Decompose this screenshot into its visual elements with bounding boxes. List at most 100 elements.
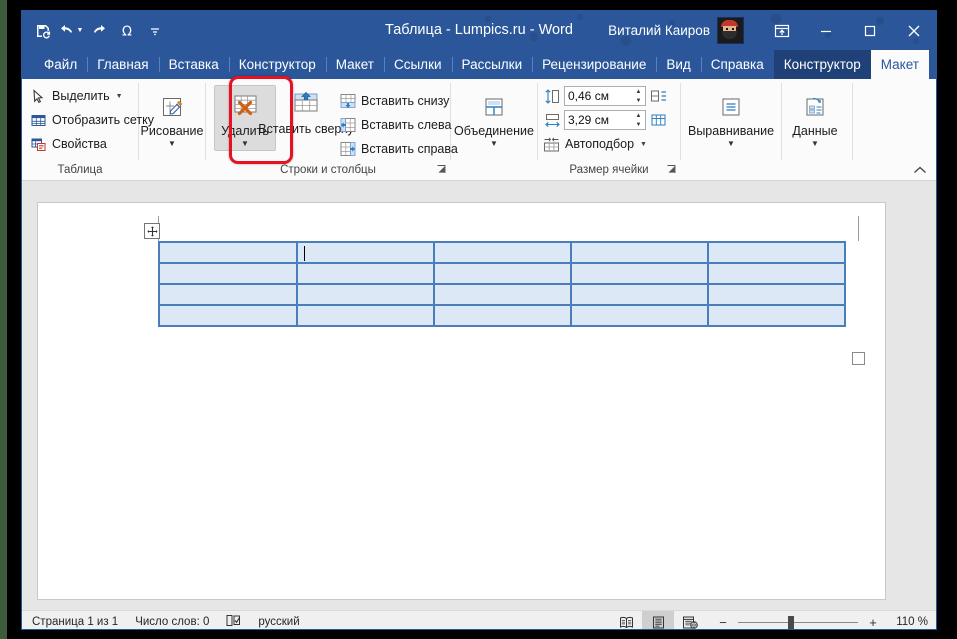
rows-columns-dialog-launcher[interactable] bbox=[436, 164, 447, 175]
row-height-input[interactable] bbox=[565, 87, 632, 105]
row-height-stepper[interactable]: ▲ ▼ bbox=[564, 86, 646, 106]
table-cell[interactable] bbox=[433, 283, 572, 306]
table-cell[interactable] bbox=[433, 241, 572, 264]
table-cell[interactable] bbox=[570, 241, 709, 264]
undo-icon[interactable]: ▼ bbox=[58, 18, 84, 44]
minimize-button[interactable] bbox=[804, 11, 848, 50]
document-canvas[interactable] bbox=[22, 181, 936, 610]
zoom-in-button[interactable]: + bbox=[866, 615, 880, 630]
autofit-button[interactable]: Автоподбор ▼ bbox=[543, 132, 652, 156]
tab-table-design[interactable]: Конструктор bbox=[773, 50, 871, 79]
zoom-out-button[interactable]: − bbox=[716, 615, 730, 630]
select-button[interactable]: Выделить ▼ bbox=[27, 84, 128, 108]
table-cell[interactable] bbox=[158, 262, 298, 285]
spin-up-icon[interactable]: ▲ bbox=[632, 87, 645, 96]
tab-view[interactable]: Вид bbox=[656, 50, 700, 79]
table-cell[interactable] bbox=[296, 241, 435, 264]
ribbon-display-options-icon[interactable] bbox=[760, 11, 804, 50]
alignment-button[interactable]: Выравнивание ▼ bbox=[686, 86, 776, 150]
table-cell[interactable] bbox=[158, 304, 298, 327]
word-count[interactable]: Число слов: 0 bbox=[135, 616, 209, 628]
chevron-down-icon[interactable]: ▼ bbox=[241, 139, 249, 148]
chevron-down-icon[interactable]: ▼ bbox=[116, 93, 123, 100]
table-cell[interactable] bbox=[570, 262, 709, 285]
distribute-columns-icon[interactable] bbox=[649, 111, 667, 129]
word-table[interactable] bbox=[158, 241, 846, 327]
web-layout-view-button[interactable] bbox=[674, 611, 706, 629]
table-row[interactable] bbox=[158, 283, 846, 306]
zoom-slider[interactable] bbox=[738, 614, 858, 629]
table-cell[interactable] bbox=[707, 262, 846, 285]
table-properties-button[interactable]: Свойства bbox=[27, 132, 112, 156]
tab-references[interactable]: Ссылки bbox=[383, 50, 452, 79]
tab-insert[interactable]: Вставка bbox=[158, 50, 229, 79]
table-row[interactable] bbox=[158, 262, 846, 285]
table-cell[interactable] bbox=[296, 262, 435, 285]
table-cell[interactable] bbox=[707, 283, 846, 306]
page-indicator[interactable]: Страница 1 из 1 bbox=[32, 616, 118, 628]
page[interactable] bbox=[38, 203, 885, 599]
data-button[interactable]: Данные ▼ bbox=[785, 86, 845, 150]
column-width-spin-arrows[interactable]: ▲ ▼ bbox=[632, 111, 645, 129]
table-cell[interactable] bbox=[433, 262, 572, 285]
read-mode-view-button[interactable] bbox=[610, 611, 642, 629]
tab-file[interactable]: Файл bbox=[34, 50, 87, 79]
table-row[interactable] bbox=[158, 304, 846, 327]
spin-down-icon[interactable]: ▼ bbox=[632, 96, 645, 105]
tab-help[interactable]: Справка bbox=[700, 50, 774, 79]
zoom-level-label[interactable]: 110 % bbox=[888, 616, 928, 628]
spin-up-icon[interactable]: ▲ bbox=[632, 111, 645, 120]
insert-left-button[interactable]: Вставить слева bbox=[336, 113, 463, 137]
insert-right-button[interactable]: Вставить справа bbox=[336, 137, 463, 161]
table-cell[interactable] bbox=[158, 241, 298, 264]
customize-qat-icon[interactable] bbox=[142, 18, 168, 44]
proofing-errors-icon[interactable] bbox=[226, 614, 241, 629]
zoom-slider-thumb[interactable] bbox=[788, 615, 794, 629]
chevron-down-icon[interactable]: ▼ bbox=[168, 139, 176, 148]
insert-above-button[interactable]: Вставить сверху bbox=[258, 85, 354, 138]
table-cell[interactable] bbox=[296, 283, 435, 306]
delete-button[interactable]: Удалить ▼ bbox=[214, 85, 276, 151]
symbol-omega-icon[interactable]: Ω bbox=[114, 18, 140, 44]
spin-down-icon[interactable]: ▼ bbox=[632, 120, 645, 129]
merge-button[interactable]: Объединение ▼ bbox=[454, 86, 534, 150]
table-cell[interactable] bbox=[570, 283, 709, 306]
row-height-spin-arrows[interactable]: ▲ ▼ bbox=[632, 87, 645, 105]
tell-me-button[interactable]: Помощь bbox=[929, 50, 936, 79]
table-resize-handle[interactable] bbox=[852, 352, 865, 365]
tab-home[interactable]: Главная bbox=[87, 50, 158, 79]
tab-design[interactable]: Конструктор bbox=[228, 50, 326, 79]
tab-layout[interactable]: Макет bbox=[325, 50, 384, 79]
save-icon[interactable] bbox=[30, 18, 56, 44]
table-container[interactable] bbox=[144, 216, 865, 365]
chevron-down-icon[interactable]: ▼ bbox=[640, 141, 647, 148]
column-width-input[interactable] bbox=[565, 111, 632, 129]
language-indicator[interactable]: русский bbox=[258, 616, 299, 628]
table-cell[interactable] bbox=[433, 304, 572, 327]
cell-size-dialog-launcher[interactable] bbox=[666, 164, 677, 175]
column-width-stepper[interactable]: ▲ ▼ bbox=[564, 110, 646, 130]
collapse-ribbon-button[interactable] bbox=[912, 162, 928, 178]
tab-table-layout[interactable]: Макет bbox=[870, 50, 929, 79]
tab-review[interactable]: Рецензирование bbox=[532, 50, 656, 79]
account-name[interactable]: Виталий Каиров bbox=[608, 23, 710, 38]
avatar[interactable] bbox=[717, 17, 744, 44]
quick-access-toolbar[interactable]: ▼ Ω bbox=[30, 11, 168, 50]
table-cell[interactable] bbox=[158, 283, 298, 306]
distribute-rows-icon[interactable] bbox=[649, 87, 667, 105]
chevron-down-icon[interactable]: ▼ bbox=[811, 139, 819, 148]
close-button[interactable] bbox=[892, 11, 936, 50]
redo-icon[interactable] bbox=[86, 18, 112, 44]
table-cell[interactable] bbox=[707, 304, 846, 327]
maximize-button[interactable] bbox=[848, 11, 892, 50]
tab-mailings[interactable]: Рассылки bbox=[451, 50, 533, 79]
chevron-down-icon[interactable]: ▼ bbox=[727, 139, 735, 148]
chevron-down-icon[interactable]: ▼ bbox=[490, 139, 498, 148]
draw-button[interactable]: Рисование ▼ bbox=[141, 86, 203, 150]
print-layout-view-button[interactable] bbox=[642, 611, 674, 629]
table-cell[interactable] bbox=[570, 304, 709, 327]
table-cell[interactable] bbox=[296, 304, 435, 327]
table-row[interactable] bbox=[158, 241, 846, 264]
table-move-handle[interactable] bbox=[144, 223, 160, 239]
table-cell[interactable] bbox=[707, 241, 846, 264]
